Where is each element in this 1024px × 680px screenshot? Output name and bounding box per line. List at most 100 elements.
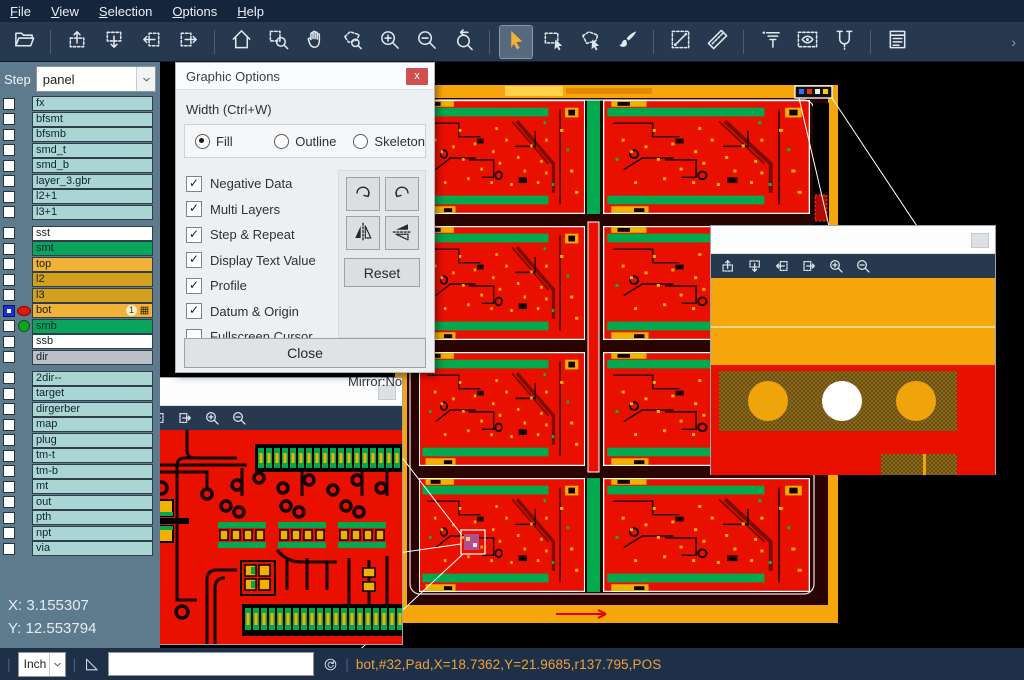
layer-row-plug[interactable]: plug <box>0 433 160 448</box>
checkbox-negative-data[interactable]: ✓Negative Data <box>186 176 316 191</box>
layer-checkbox[interactable] <box>3 336 15 348</box>
layer-row-fx[interactable]: fx <box>0 96 160 111</box>
layer-checkbox[interactable] <box>3 227 15 239</box>
zoom-prev-button[interactable] <box>447 26 479 58</box>
step-left-button[interactable] <box>135 26 167 58</box>
zoom-out-button[interactable] <box>855 258 871 274</box>
reset-button[interactable]: Reset <box>344 258 420 287</box>
layer-checkbox[interactable] <box>3 481 15 493</box>
radio-dot[interactable] <box>195 134 210 149</box>
ruler-button[interactable] <box>701 26 733 58</box>
layer-row-l3+1[interactable]: l3+1 <box>0 205 160 220</box>
layer-checkbox[interactable] <box>3 98 15 110</box>
measure-line-button[interactable] <box>664 26 696 58</box>
toolbar-overflow-chevron[interactable]: › <box>1011 34 1016 50</box>
layer-row-smt[interactable]: smt <box>0 241 160 256</box>
layer-checkbox[interactable] <box>3 512 15 524</box>
step-select[interactable]: panel <box>36 66 156 92</box>
layer-row-mt[interactable]: mt <box>0 479 160 494</box>
radio-outline[interactable]: Outline <box>264 134 343 149</box>
checkbox-datum-origin[interactable]: ✓Datum & Origin <box>186 304 316 319</box>
radio-fill[interactable]: Fill <box>185 134 264 149</box>
window-menu-button[interactable] <box>971 233 989 248</box>
layer-row-tm-t[interactable]: tm-t <box>0 448 160 463</box>
layer-checkbox[interactable] <box>3 465 15 477</box>
dialog-title-bar[interactable]: Graphic Options x <box>176 63 434 90</box>
step-right-button[interactable] <box>177 410 193 426</box>
layer-row-layer_3.gbr[interactable]: layer_3.gbr <box>0 174 160 189</box>
layer-row-via[interactable]: via <box>0 541 160 556</box>
step-up-button[interactable] <box>720 258 736 274</box>
layer-row-dir[interactable]: dir <box>0 350 160 365</box>
magnet-button[interactable] <box>828 26 860 58</box>
menu-view[interactable]: View <box>51 4 79 19</box>
chevron-down-icon[interactable] <box>136 67 155 91</box>
menu-file[interactable]: File <box>10 4 31 19</box>
checkbox-step-repeat[interactable]: ✓Step & Repeat <box>186 227 316 242</box>
layer-checkbox[interactable] <box>3 320 15 332</box>
layer-row-bfsmb[interactable]: bfsmb <box>0 127 160 142</box>
poly-select-button[interactable] <box>574 26 606 58</box>
step-down-button[interactable] <box>747 258 763 274</box>
close-icon[interactable]: x <box>406 68 428 85</box>
rotate-cw-button[interactable] <box>346 177 380 211</box>
layer-checkbox[interactable] <box>3 419 15 431</box>
layer-row-l2+1[interactable]: l2+1 <box>0 189 160 204</box>
view-box-button[interactable] <box>791 26 823 58</box>
checkbox-box[interactable]: ✓ <box>186 176 202 192</box>
zoom-window-title-bar[interactable] <box>711 226 995 254</box>
menu-selection[interactable]: Selection <box>99 4 152 19</box>
layer-checkbox[interactable] <box>3 160 15 172</box>
report-button[interactable] <box>881 26 913 58</box>
layer-row-npt[interactable]: npt <box>0 526 160 541</box>
filter-button[interactable] <box>754 26 786 58</box>
checkbox-box[interactable]: ✓ <box>186 201 202 217</box>
layer-row-bot[interactable]: bot1 <box>0 303 160 318</box>
rotate-ccw-button[interactable] <box>385 177 419 211</box>
step-right-button[interactable] <box>801 258 817 274</box>
layer-row-dirgerber[interactable]: dirgerber <box>0 402 160 417</box>
zoom-in-button[interactable] <box>828 258 844 274</box>
layer-checkbox[interactable] <box>3 113 15 125</box>
unit-select[interactable]: Inch <box>18 652 66 677</box>
layer-checkbox[interactable] <box>3 496 15 508</box>
layer-checkbox[interactable] <box>3 388 15 400</box>
command-input[interactable] <box>108 652 314 676</box>
layer-row-pth[interactable]: pth <box>0 510 160 525</box>
zoom-poly-button[interactable] <box>336 26 368 58</box>
layer-checkbox[interactable] <box>3 175 15 187</box>
home-button[interactable] <box>225 26 257 58</box>
radio-dot[interactable] <box>274 134 289 149</box>
brush-button[interactable] <box>611 26 643 58</box>
checkbox-multi-layers[interactable]: ✓Multi Layers <box>186 202 316 217</box>
layer-row-smb[interactable]: smb <box>0 319 160 334</box>
chevron-down-icon[interactable] <box>49 653 65 676</box>
layer-row-sst[interactable]: sst <box>0 226 160 241</box>
layer-checkbox[interactable] <box>3 243 15 255</box>
menu-options[interactable]: Options <box>172 4 217 19</box>
step-left-button[interactable] <box>774 258 790 274</box>
select-cursor-button[interactable] <box>500 26 532 58</box>
layer-row-l2[interactable]: l2 <box>0 272 160 287</box>
layer-checkbox[interactable] <box>3 543 15 555</box>
checkbox-box[interactable]: ✓ <box>186 303 202 319</box>
layer-checkbox[interactable] <box>3 144 15 156</box>
open-folder-button[interactable] <box>8 26 40 58</box>
rect-select-button[interactable] <box>537 26 569 58</box>
layer-checkbox[interactable] <box>3 305 15 317</box>
menu-help[interactable]: Help <box>237 4 264 19</box>
pan-hand-button[interactable] <box>299 26 331 58</box>
layer-checkbox[interactable] <box>3 403 15 415</box>
mirror-v-button[interactable] <box>385 216 419 250</box>
layer-row-target[interactable]: target <box>0 386 160 401</box>
zoom-out-button[interactable] <box>410 26 442 58</box>
checkbox-box[interactable]: ✓ <box>186 252 202 268</box>
radio-dot[interactable] <box>353 134 368 149</box>
layer-checkbox[interactable] <box>3 129 15 141</box>
zoom-window-button[interactable] <box>262 26 294 58</box>
layer-row-smd_b[interactable]: smd_b <box>0 158 160 173</box>
checkbox-box[interactable]: ✓ <box>186 227 202 243</box>
layer-row-tm-b[interactable]: tm-b <box>0 464 160 479</box>
checkbox-profile[interactable]: ✓Profile <box>186 278 316 293</box>
step-down-button[interactable] <box>98 26 130 58</box>
